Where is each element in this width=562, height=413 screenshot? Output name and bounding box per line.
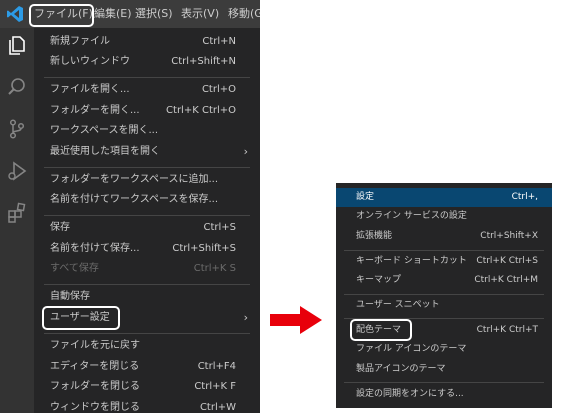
submenu-item-user-snippets[interactable]: ユーザー スニペット	[336, 296, 552, 315]
menu-item-auto-save[interactable]: 自動保存	[34, 287, 260, 307]
vscode-logo-icon	[7, 6, 23, 22]
submenu-item-product-icon-theme[interactable]: 製品アイコンのテーマ	[336, 360, 552, 379]
menu-item-close-folder[interactable]: フォルダーを閉じる Ctrl+K F	[34, 377, 260, 397]
activity-bar	[0, 28, 34, 413]
menu-view[interactable]: 表示(V)	[181, 0, 219, 28]
menu-item-add-folder-to-workspace[interactable]: フォルダーをワークスペースに追加...	[34, 170, 260, 190]
submenu-item-extensions[interactable]: 拡張機能 Ctrl+Shift+X	[336, 227, 552, 246]
preferences-highlight	[42, 306, 120, 330]
title-bar: ファイル(F) 編集(E) 選択(S) 表示(V) 移動(G	[0, 0, 260, 28]
menu-go[interactable]: 移動(G	[228, 0, 260, 28]
menu-separator	[344, 250, 544, 251]
menu-separator	[44, 333, 250, 334]
menu-item-save-workspace-as[interactable]: 名前を付けてワークスペースを保存...	[34, 190, 260, 210]
source-control-icon[interactable]	[6, 118, 28, 140]
preferences-submenu: 設定 Ctrl+, オンライン サービスの設定 拡張機能 Ctrl+Shift+…	[336, 183, 552, 408]
submenu-item-keymaps[interactable]: キーマップ Ctrl+K Ctrl+M	[336, 271, 552, 290]
search-icon[interactable]	[6, 76, 28, 98]
vscode-window: ファイル(F) 編集(E) 選択(S) 表示(V) 移動(G 新規ファイル Ct…	[0, 0, 260, 413]
submenu-item-online-services[interactable]: オンライン サービスの設定	[336, 207, 552, 226]
menu-item-close-editor[interactable]: エディターを閉じる Ctrl+F4	[34, 357, 260, 377]
submenu-item-keyboard-shortcuts[interactable]: キーボード ショートカット Ctrl+K Ctrl+S	[336, 252, 552, 271]
menu-item-save-all: すべて保存 Ctrl+K S	[50, 263, 236, 274]
menu-separator	[44, 284, 250, 285]
menu-item-save[interactable]: 保存 Ctrl+S	[34, 218, 260, 238]
menu-separator	[344, 382, 544, 383]
file-menu-dropdown: 新規ファイル Ctrl+N 新しいウィンドウ Ctrl+Shift+N ファイル…	[34, 28, 260, 413]
menu-separator	[44, 77, 250, 78]
menu-item-new-window[interactable]: 新しいウィンドウ Ctrl+Shift+N	[34, 52, 260, 72]
menu-item-open-file[interactable]: ファイルを開く... Ctrl+O	[34, 80, 260, 100]
menu-separator	[44, 167, 250, 168]
file-menu-highlight	[29, 4, 94, 27]
menu-separator	[44, 215, 250, 216]
submenu-item-settings[interactable]: 設定 Ctrl+,	[336, 188, 552, 207]
submenu-item-file-icon-theme[interactable]: ファイル アイコンのテーマ	[336, 340, 552, 359]
color-theme-highlight	[350, 319, 412, 341]
menu-edit[interactable]: 編集(E)	[94, 0, 132, 28]
menu-item-open-recent[interactable]: 最近使用した項目を開く ›	[34, 142, 260, 162]
menu-item-open-folder[interactable]: フォルダーを開く... Ctrl+K Ctrl+O	[34, 101, 260, 121]
run-debug-icon[interactable]	[6, 160, 28, 182]
menu-item-open-workspace[interactable]: ワークスペースを開く...	[34, 121, 260, 141]
menu-separator	[344, 294, 544, 295]
menu-item-revert-file[interactable]: ファイルを元に戻す	[34, 336, 260, 356]
menu-item-save-as[interactable]: 名前を付けて保存... Ctrl+Shift+S	[34, 239, 260, 259]
chevron-right-icon: ›	[243, 145, 248, 158]
menu-selection[interactable]: 選択(S)	[135, 0, 173, 28]
extensions-icon[interactable]	[6, 202, 28, 224]
chevron-right-icon: ›	[243, 311, 248, 324]
submenu-item-turn-on-settings-sync[interactable]: 設定の同期をオンにする...	[336, 385, 552, 404]
menu-item-new-file[interactable]: 新規ファイル Ctrl+N	[34, 32, 260, 52]
explorer-icon[interactable]	[6, 34, 28, 56]
red-arrow-icon	[270, 306, 322, 334]
menu-item-close-window[interactable]: ウィンドウを閉じる Ctrl+W	[34, 398, 260, 413]
